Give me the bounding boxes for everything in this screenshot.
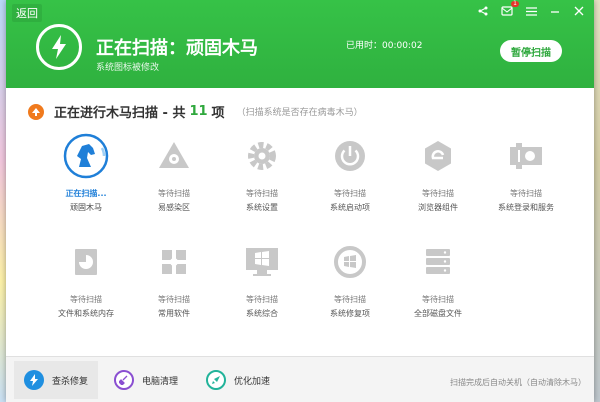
share-icon[interactable] xyxy=(476,4,490,18)
scan-item: 等待扫描 系统修复项 xyxy=(310,238,390,319)
scan-summary-title: 正在进行木马扫描 - 共 xyxy=(54,106,186,121)
scan-item-count: 11 xyxy=(189,104,208,119)
trojan-scan-icon xyxy=(28,103,44,120)
software-icon xyxy=(150,238,198,286)
scan-item: 等待扫描 全部磁盘文件 xyxy=(398,238,478,319)
scan-item: 正在扫描... 顽固木马 xyxy=(46,132,126,213)
message-icon[interactable]: 1 xyxy=(500,1,519,18)
message-badge: 1 xyxy=(511,0,519,7)
scan-current-item: 系统图标被修改 xyxy=(96,63,160,73)
scan-item-unit: 项 xyxy=(211,106,225,121)
rocket-icon xyxy=(206,370,226,390)
browser-icon xyxy=(414,132,462,180)
lightning-icon xyxy=(36,24,82,70)
scan-item: 等待扫描 系统设置 xyxy=(222,132,302,213)
header: 返回 1 正在扫描：顽固木马 系统图标被修改 已用时：00:00:02 暂停扫描 xyxy=(6,0,594,88)
horse-icon xyxy=(62,132,110,180)
scan-status-title: 正在扫描：顽固木马 xyxy=(96,38,258,59)
power-icon xyxy=(326,132,374,180)
scan-item: 等待扫描 常用软件 xyxy=(134,238,214,319)
back-button[interactable]: 返回 xyxy=(12,4,42,22)
gear-icon xyxy=(238,132,286,180)
scan-item: 等待扫描 系统启动项 xyxy=(310,132,390,213)
scan-summary: 正在进行木马扫描 - 共 11 项 （扫描系统是否存在病毒木马） xyxy=(28,102,363,121)
service-icon xyxy=(502,132,550,180)
scan-item: 等待扫描 文件和系统内存 xyxy=(46,238,126,319)
tab-pc-cleanup[interactable]: 电脑清理 xyxy=(104,361,188,399)
scan-hint: （扫描系统是否存在病毒木马） xyxy=(236,108,363,118)
elapsed-time: 已用时：00:00:02 xyxy=(346,41,423,51)
broom-icon xyxy=(114,370,134,390)
repair-icon xyxy=(326,238,374,286)
scan-item: 等待扫描 易感染区 xyxy=(134,132,214,213)
scan-item: 等待扫描 浏览器组件 xyxy=(398,132,478,213)
pause-scan-button[interactable]: 暂停扫描 xyxy=(500,40,562,62)
close-icon[interactable] xyxy=(572,4,586,18)
biohazard-icon xyxy=(150,132,198,180)
title-bar-controls: 1 xyxy=(476,1,586,18)
windows-icon xyxy=(238,238,286,286)
bottom-nav: 查杀修复 电脑清理 优化加速 扫描完成后自动关机（自动清除木马） xyxy=(6,356,594,402)
lightning-icon xyxy=(24,370,44,390)
security-scan-window: 返回 1 正在扫描：顽固木马 系统图标被修改 已用时：00:00:02 暂停扫描… xyxy=(6,0,594,402)
scan-item: 等待扫描 系统综合 xyxy=(222,238,302,319)
auto-shutdown-option[interactable]: 扫描完成后自动关机（自动清除木马） xyxy=(450,377,586,388)
menu-icon[interactable] xyxy=(524,4,538,18)
minimize-icon[interactable] xyxy=(548,4,562,18)
tab-optimize[interactable]: 优化加速 xyxy=(196,361,280,399)
scan-item: 等待扫描 系统登录和服务 xyxy=(486,132,566,213)
pie-icon xyxy=(62,238,110,286)
desktop-background-right xyxy=(594,0,600,402)
tab-scan-repair[interactable]: 查杀修复 xyxy=(14,361,99,399)
disk-icon xyxy=(414,238,462,286)
